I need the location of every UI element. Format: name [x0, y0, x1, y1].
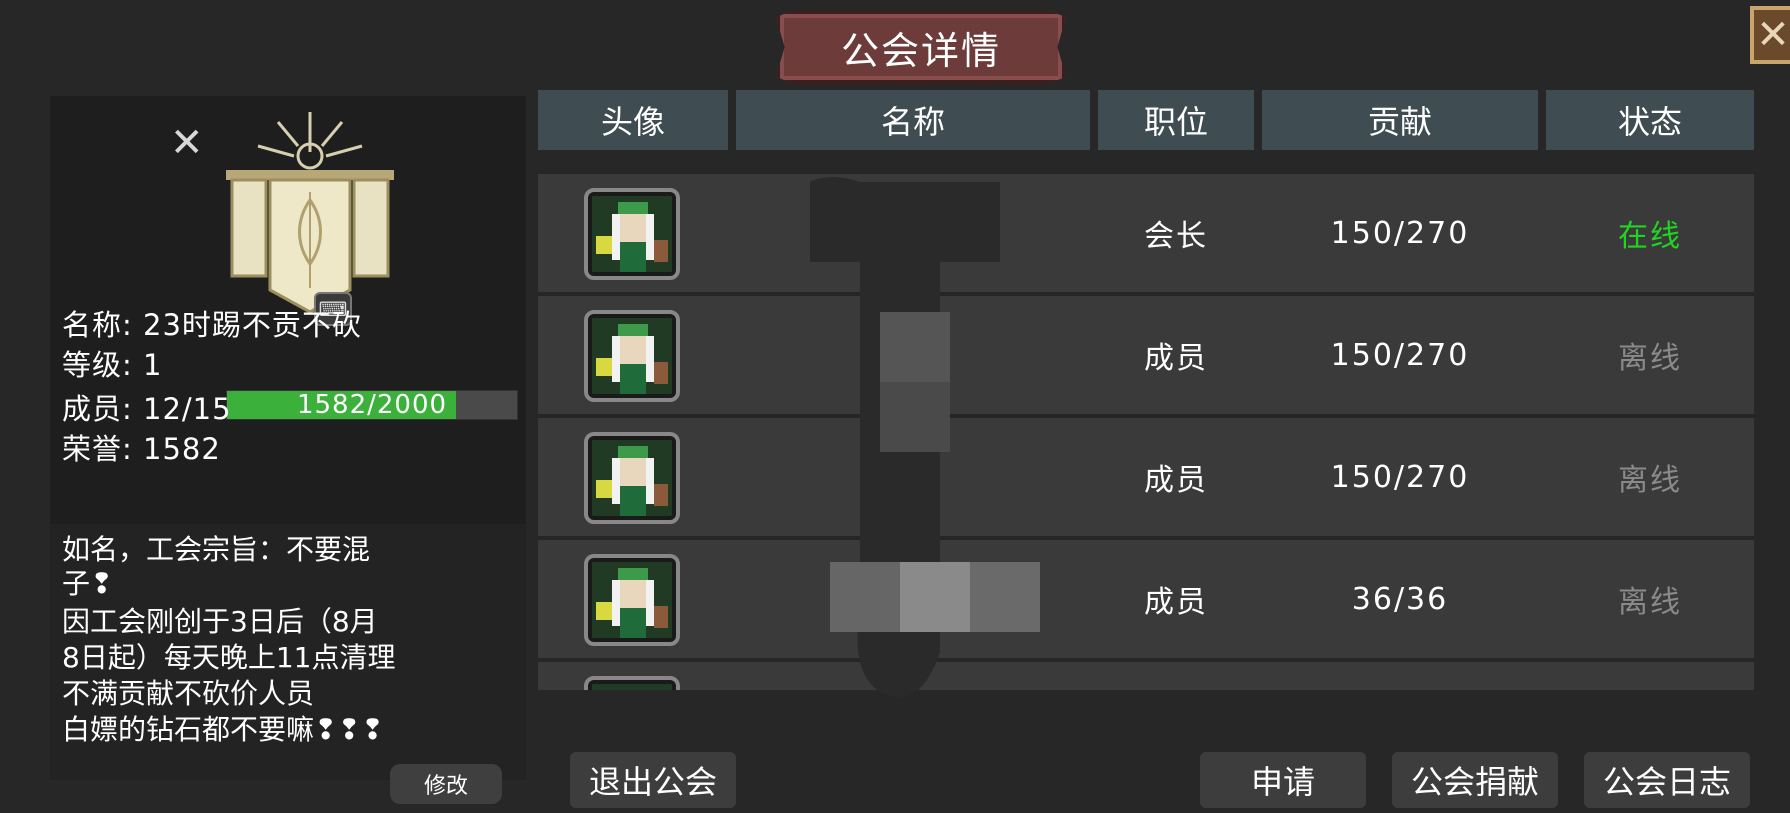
- table-row[interactable]: 会长 150/270 在线: [538, 174, 1754, 292]
- modify-button[interactable]: 修改: [390, 764, 502, 804]
- elf-avatar-icon: [592, 562, 672, 638]
- guild-exp-text: 1582/2000: [296, 390, 448, 420]
- guild-banner-emblem-icon: [226, 112, 394, 314]
- guild-honor: 荣誉: 1582: [62, 432, 221, 466]
- member-contribution: 36/36: [1351, 581, 1449, 617]
- elf-avatar-icon: [592, 684, 672, 690]
- header-contribution: 贡献: [1262, 90, 1538, 150]
- guild-log-button[interactable]: 公会日志: [1584, 752, 1750, 808]
- member-status-offline: 离线: [1618, 585, 1682, 620]
- description-line: 白嫖的钻石都不要嘛❢❢❢: [62, 713, 385, 746]
- close-button[interactable]: ✕: [1750, 6, 1790, 64]
- member-position: 成员: [1144, 585, 1208, 620]
- member-position: 成员: [1144, 341, 1208, 376]
- quit-guild-button[interactable]: 退出公会: [570, 752, 736, 808]
- close-x-icon: ✕: [1756, 12, 1790, 58]
- description-line: 不满贡献不砍价人员: [62, 677, 315, 710]
- title-banner: 公会详情: [776, 10, 1066, 84]
- header-position: 职位: [1098, 90, 1254, 150]
- guild-members: 成员: 12/15: [62, 392, 232, 426]
- member-status-offline: 离线: [1618, 463, 1682, 498]
- game-dialog: 公会详情 ✕ ✕ ⌨ 名称: 23时踢不贡不砍 等级: 1 1582/2000 …: [0, 0, 1790, 813]
- header-name: 名称: [736, 90, 1090, 150]
- name-redaction-mosaic: [810, 177, 1040, 697]
- guild-exp-bar: 1582/2000: [226, 390, 518, 420]
- description-line: 8日起）每天晚上11点清理: [62, 641, 396, 674]
- guild-description: 如名，工会宗旨：不要混 子❢ 因工会刚创于3日后（8月 8日起）每天晚上11点清…: [50, 524, 526, 780]
- member-status-online: 在线: [1618, 219, 1682, 254]
- apply-button[interactable]: 申请: [1200, 752, 1366, 808]
- member-avatar[interactable]: [584, 432, 680, 524]
- table-row[interactable]: 成员 150/270 离线: [538, 418, 1754, 536]
- member-table[interactable]: 会长 150/270 在线 成员 150/270 离线 成员 150/270 离…: [538, 170, 1754, 690]
- member-contribution: 150/270: [1330, 337, 1470, 373]
- elf-avatar-icon: [592, 318, 672, 394]
- header-avatar: 头像: [538, 90, 728, 150]
- guild-name: 名称: 23时踢不贡不砍: [62, 308, 362, 342]
- header-status: 状态: [1546, 90, 1754, 150]
- elf-avatar-icon: [592, 440, 672, 516]
- member-contribution: 150/270: [1330, 215, 1470, 251]
- member-avatar[interactable]: [584, 310, 680, 402]
- guild-donate-button[interactable]: 公会捐献: [1392, 752, 1558, 808]
- guild-summary: ✕ ⌨ 名称: 23时踢不贡不砍 等级: 1 1582/2000 成员: 12/…: [50, 96, 526, 520]
- member-status-offline: 离线: [1618, 341, 1682, 376]
- member-contribution: 150/270: [1330, 459, 1470, 495]
- member-avatar[interactable]: [584, 676, 680, 690]
- guild-info-panel: ✕ ⌨ 名称: 23时踢不贡不砍 等级: 1 1582/2000 成员: 12/…: [50, 96, 526, 780]
- member-position: 成员: [1144, 463, 1208, 498]
- member-avatar[interactable]: [584, 554, 680, 646]
- guild-level: 等级: 1: [62, 348, 163, 382]
- table-row[interactable]: 成员 36/36 离线: [538, 540, 1754, 658]
- elf-avatar-icon: [592, 196, 672, 272]
- table-row-partial[interactable]: [538, 662, 1754, 690]
- table-row[interactable]: 成员 150/270 离线: [538, 296, 1754, 414]
- member-position: 会长: [1144, 219, 1208, 254]
- dialog-title: 公会详情: [840, 28, 1001, 73]
- member-avatar[interactable]: [584, 188, 680, 280]
- description-line: 因工会刚创于3日后（8月: [62, 605, 378, 638]
- description-line: 子❢: [62, 567, 114, 600]
- close-x-icon[interactable]: ✕: [170, 120, 204, 166]
